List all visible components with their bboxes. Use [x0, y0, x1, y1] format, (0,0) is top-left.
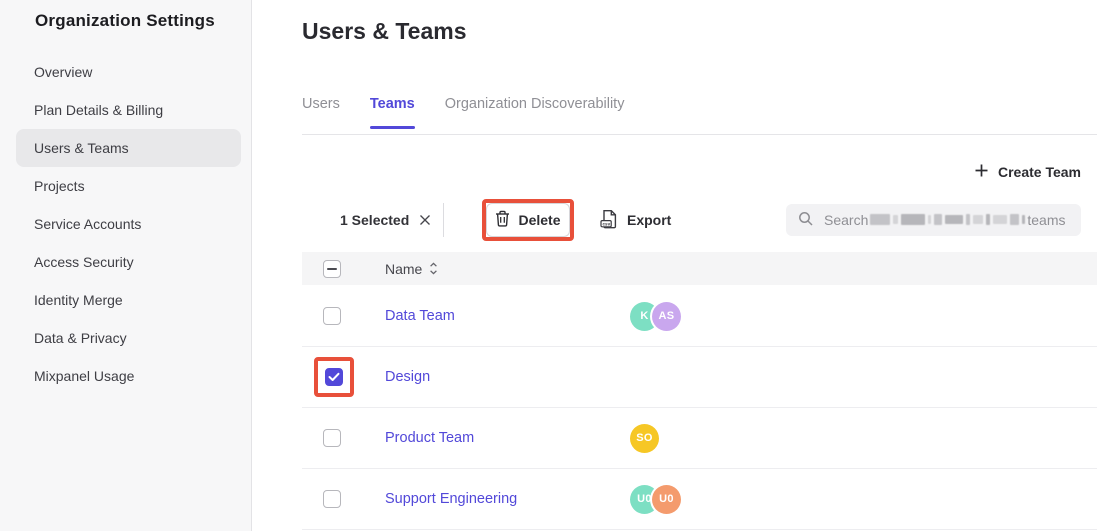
row-checkbox[interactable] — [323, 490, 341, 508]
table-body: Data Team KAS Design Product Team SO Support … — [302, 286, 1097, 530]
export-button-label: Export — [627, 212, 671, 228]
sidebar-item-label: Identity Merge — [34, 292, 123, 308]
team-name-link[interactable]: Design — [385, 369, 430, 385]
indeterminate-minus-icon — [327, 268, 337, 270]
avatar: AS — [652, 302, 681, 331]
member-avatars: SO — [630, 424, 659, 453]
table-header: Name — [302, 252, 1097, 285]
redacted-text — [870, 214, 1025, 225]
sidebar: Organization Settings Overview Plan Detai… — [0, 0, 252, 531]
team-name-link[interactable]: Data Team — [385, 308, 455, 324]
row-checkbox[interactable] — [323, 429, 341, 447]
search-placeholder: Searchteams — [824, 212, 1065, 228]
search-input[interactable]: Searchteams — [786, 204, 1081, 236]
name-column-label: Name — [385, 261, 422, 277]
main-content: Users & Teams Users Teams Organization Dis… — [253, 0, 1108, 531]
sidebar-item-label: Service Accounts — [34, 216, 141, 232]
toolbar-divider — [443, 203, 444, 237]
svg-text:csv: csv — [603, 221, 611, 226]
sidebar-item-label: Overview — [34, 64, 92, 80]
tabs-divider — [302, 134, 1097, 135]
sidebar-item-label: Projects — [34, 178, 85, 194]
avatar: U0 — [652, 485, 681, 514]
plus-icon — [974, 163, 989, 181]
sidebar-item-mixpanel-usage[interactable]: Mixpanel Usage — [0, 357, 251, 395]
sort-icon[interactable] — [429, 262, 438, 275]
row-checkbox[interactable] — [323, 307, 341, 325]
team-name-link[interactable]: Product Team — [385, 430, 474, 446]
sidebar-item-label: Mixpanel Usage — [34, 368, 134, 384]
tab-teams[interactable]: Teams — [370, 96, 415, 128]
sidebar-item-label: Access Security — [34, 254, 134, 270]
avatar: SO — [630, 424, 659, 453]
export-button[interactable]: csv Export — [600, 204, 671, 236]
check-icon — [328, 372, 340, 382]
sidebar-nav: Overview Plan Details & Billing Users & Te… — [0, 53, 251, 395]
member-avatars: KAS — [630, 302, 681, 331]
sidebar-item-access-security[interactable]: Access Security — [0, 243, 251, 281]
table-row-support-engineering: Support Engineering U0U0 — [302, 469, 1097, 530]
table-row-design: Design — [302, 347, 1097, 408]
row-checkbox[interactable] — [325, 368, 343, 386]
page-title: Users & Teams — [302, 18, 467, 45]
sidebar-title: Organization Settings — [35, 11, 215, 31]
sidebar-item-users-teams[interactable]: Users & Teams — [16, 129, 241, 167]
annotation-highlight-box — [314, 357, 354, 397]
sidebar-item-service-accounts[interactable]: Service Accounts — [0, 205, 251, 243]
selected-count-label: 1 Selected — [340, 212, 409, 228]
sidebar-item-label: Data & Privacy — [34, 330, 127, 346]
clear-selection-icon[interactable] — [418, 213, 432, 227]
sidebar-item-data-privacy[interactable]: Data & Privacy — [0, 319, 251, 357]
search-icon — [798, 211, 814, 230]
sidebar-item-label: Plan Details & Billing — [34, 102, 163, 118]
delete-button[interactable]: Delete — [486, 203, 570, 237]
name-column-header[interactable]: Name — [385, 261, 438, 277]
team-name-link[interactable]: Support Engineering — [385, 491, 517, 507]
delete-annotation-box: Delete — [482, 199, 574, 241]
create-team-label: Create Team — [998, 164, 1081, 180]
delete-button-label: Delete — [518, 212, 560, 228]
csv-file-icon: csv — [600, 209, 618, 232]
tab-bar: Users Teams Organization Discoverability — [302, 96, 624, 128]
app-root: Organization Settings Overview Plan Detai… — [0, 0, 1108, 531]
sidebar-item-overview[interactable]: Overview — [0, 53, 251, 91]
select-all-checkbox[interactable] — [323, 260, 341, 278]
sidebar-item-identity-merge[interactable]: Identity Merge — [0, 281, 251, 319]
create-team-button[interactable]: Create Team — [974, 163, 1081, 181]
trash-icon — [495, 210, 510, 230]
tab-organization-discoverability[interactable]: Organization Discoverability — [445, 96, 625, 128]
table-row-data-team: Data Team KAS — [302, 286, 1097, 347]
tab-users[interactable]: Users — [302, 96, 340, 128]
sidebar-item-projects[interactable]: Projects — [0, 167, 251, 205]
selection-count: 1 Selected — [340, 212, 432, 228]
sidebar-item-plan-details-billing[interactable]: Plan Details & Billing — [0, 91, 251, 129]
member-avatars: U0U0 — [630, 485, 681, 514]
sidebar-item-label: Users & Teams — [34, 140, 129, 156]
table-row-product-team: Product Team SO — [302, 408, 1097, 469]
